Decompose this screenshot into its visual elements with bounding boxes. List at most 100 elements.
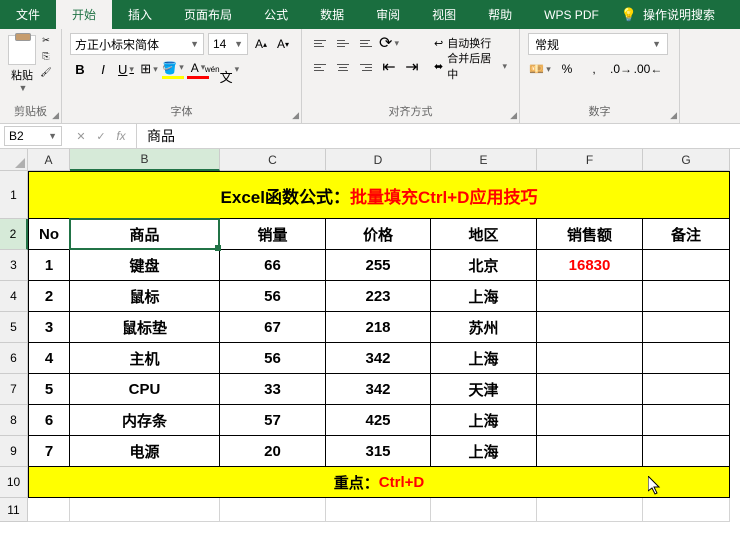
data-cell[interactable]: 2 <box>28 281 70 312</box>
alignment-dialog-launcher[interactable]: ◢ <box>510 110 517 121</box>
align-bottom-button[interactable] <box>356 33 376 53</box>
tab-review[interactable]: 审阅 <box>360 0 416 29</box>
data-cell[interactable] <box>643 405 730 436</box>
data-cell[interactable]: 56 <box>220 281 326 312</box>
tab-file[interactable]: 文件 <box>0 0 56 29</box>
format-painter-button[interactable]: 🖌 <box>38 65 54 79</box>
data-cell[interactable]: 6 <box>28 405 70 436</box>
data-cell[interactable]: 5 <box>28 374 70 405</box>
data-cell[interactable] <box>537 281 643 312</box>
cancel-button[interactable]: ✕ <box>72 130 90 143</box>
data-cell[interactable] <box>537 436 643 467</box>
data-cell[interactable]: 键盘 <box>70 250 220 281</box>
font-name-select[interactable]: 方正小标宋简体▼ <box>70 33 204 55</box>
data-cell[interactable]: 4 <box>28 343 70 374</box>
data-cell[interactable]: 上海 <box>431 281 537 312</box>
cell[interactable] <box>643 498 730 522</box>
column-header-A[interactable]: A <box>28 149 70 171</box>
data-cell[interactable]: 56 <box>220 343 326 374</box>
data-cell[interactable]: 3 <box>28 312 70 343</box>
header-No[interactable]: No <box>28 219 70 250</box>
data-cell[interactable] <box>537 343 643 374</box>
clipboard-dialog-launcher[interactable]: ◢ <box>52 110 59 121</box>
column-header-C[interactable]: C <box>220 149 326 171</box>
data-cell[interactable]: 425 <box>326 405 431 436</box>
tell-me-search[interactable]: 操作说明搜索 <box>643 6 715 23</box>
data-cell[interactable] <box>643 374 730 405</box>
data-cell[interactable]: 7 <box>28 436 70 467</box>
paste-dropdown-icon[interactable]: ▼ <box>19 83 28 93</box>
data-cell[interactable] <box>537 405 643 436</box>
align-center-button[interactable] <box>333 57 353 77</box>
phonetic-button[interactable]: wén文▾ <box>212 59 232 79</box>
data-cell[interactable]: 16830 <box>537 250 643 281</box>
accounting-format-button[interactable]: 💴▾ <box>528 59 552 79</box>
decrease-indent-button[interactable]: ⇤ <box>379 57 399 77</box>
name-box[interactable]: B2▼ <box>4 126 62 146</box>
increase-decimal-button[interactable]: .0→ <box>609 59 633 79</box>
tab-data[interactable]: 数据 <box>304 0 360 29</box>
align-left-button[interactable] <box>310 57 330 77</box>
data-cell[interactable]: 主机 <box>70 343 220 374</box>
row-header-8[interactable]: 8 <box>0 405 28 436</box>
insert-function-button[interactable]: fx <box>112 129 130 143</box>
align-middle-button[interactable] <box>333 33 353 53</box>
comma-button[interactable]: , <box>582 59 606 79</box>
column-header-F[interactable]: F <box>537 149 643 171</box>
data-cell[interactable]: 鼠标垫 <box>70 312 220 343</box>
row-header-11[interactable]: 11 <box>0 498 28 522</box>
header-销量[interactable]: 销量 <box>220 219 326 250</box>
row-header-2[interactable]: 2 <box>0 219 28 250</box>
tab-formula[interactable]: 公式 <box>248 0 304 29</box>
data-cell[interactable]: 电源 <box>70 436 220 467</box>
data-cell[interactable]: 上海 <box>431 343 537 374</box>
row-header-6[interactable]: 6 <box>0 343 28 374</box>
tab-help[interactable]: 帮助 <box>472 0 528 29</box>
tab-home[interactable]: 开始 <box>56 0 112 29</box>
data-cell[interactable]: 255 <box>326 250 431 281</box>
data-cell[interactable]: 218 <box>326 312 431 343</box>
header-商品[interactable]: 商品 <box>70 219 220 250</box>
column-header-E[interactable]: E <box>431 149 537 171</box>
column-header-D[interactable]: D <box>326 149 431 171</box>
data-cell[interactable]: 上海 <box>431 405 537 436</box>
row-header-3[interactable]: 3 <box>0 250 28 281</box>
row-header-9[interactable]: 9 <box>0 436 28 467</box>
border-button[interactable]: ⊞▾ <box>139 59 159 79</box>
header-地区[interactable]: 地区 <box>431 219 537 250</box>
data-cell[interactable]: 上海 <box>431 436 537 467</box>
decrease-font-button[interactable]: A▾ <box>274 33 292 55</box>
paste-button[interactable]: 粘贴 ▼ <box>8 33 36 93</box>
data-cell[interactable]: 1 <box>28 250 70 281</box>
title-cell[interactable]: Excel函数公式：批量填充Ctrl+D应用技巧 <box>28 171 730 219</box>
column-header-G[interactable]: G <box>643 149 730 171</box>
cell[interactable] <box>220 498 326 522</box>
data-cell[interactable] <box>537 374 643 405</box>
data-cell[interactable]: CPU <box>70 374 220 405</box>
tab-layout[interactable]: 页面布局 <box>168 0 248 29</box>
data-cell[interactable]: 33 <box>220 374 326 405</box>
data-cell[interactable]: 223 <box>326 281 431 312</box>
row-header-5[interactable]: 5 <box>0 312 28 343</box>
data-cell[interactable]: 北京 <box>431 250 537 281</box>
cell[interactable] <box>28 498 70 522</box>
formula-input[interactable]: 商品 <box>137 124 740 148</box>
cut-button[interactable]: ✂ <box>38 33 54 47</box>
data-cell[interactable]: 鼠标 <box>70 281 220 312</box>
data-cell[interactable]: 20 <box>220 436 326 467</box>
increase-font-button[interactable]: A▴ <box>252 33 270 55</box>
data-cell[interactable]: 342 <box>326 343 431 374</box>
data-cell[interactable]: 67 <box>220 312 326 343</box>
row-header-4[interactable]: 4 <box>0 281 28 312</box>
select-all-button[interactable] <box>0 149 28 171</box>
number-format-select[interactable]: 常规▼ <box>528 33 668 55</box>
bold-button[interactable]: B <box>70 59 90 79</box>
number-dialog-launcher[interactable]: ◢ <box>670 110 677 121</box>
increase-indent-button[interactable]: ⇥ <box>402 57 422 77</box>
tab-insert[interactable]: 插入 <box>112 0 168 29</box>
bottom-title-cell[interactable]: 重点：Ctrl+D <box>28 467 730 498</box>
cell[interactable] <box>326 498 431 522</box>
cell[interactable] <box>431 498 537 522</box>
row-header-1[interactable]: 1 <box>0 171 28 219</box>
data-cell[interactable] <box>643 281 730 312</box>
